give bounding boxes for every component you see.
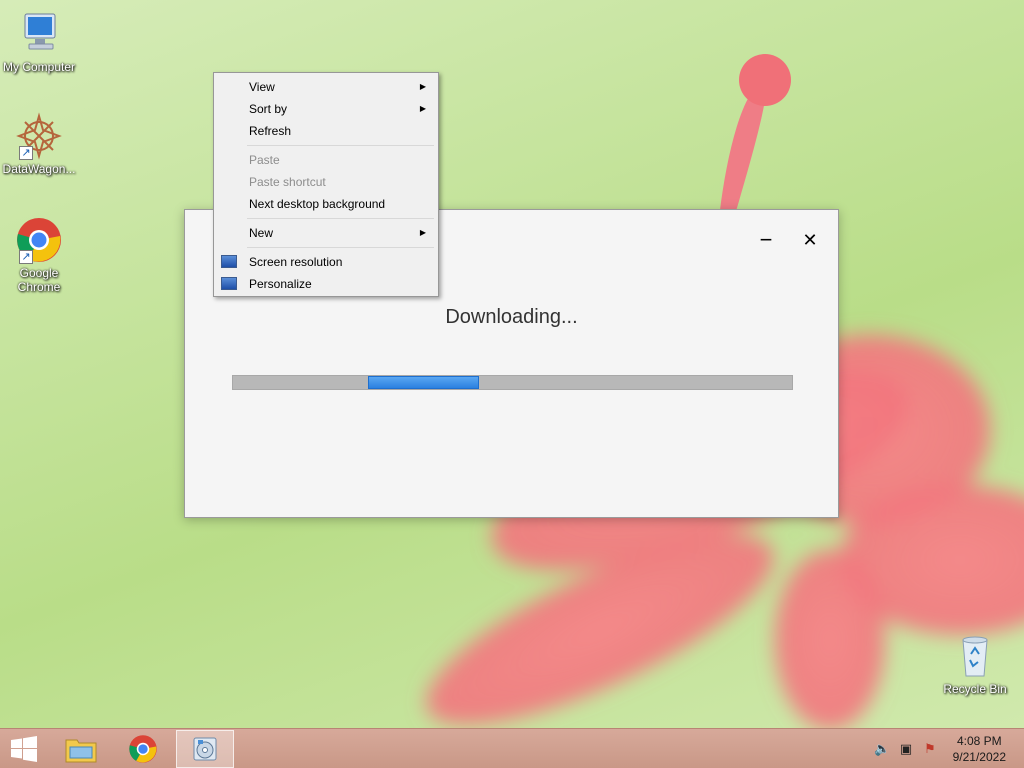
menu-item-label: Screen resolution xyxy=(249,255,343,269)
shortcut-arrow-icon: ↗ xyxy=(19,146,33,160)
progress-indicator xyxy=(368,376,479,389)
minimize-button[interactable]: − xyxy=(751,228,781,252)
menu-item-next-desktop-background[interactable]: Next desktop background xyxy=(216,193,436,215)
menu-item-screen-resolution[interactable]: Screen resolution xyxy=(216,251,436,273)
desktop-icon-google-chrome[interactable]: ↗ Google Chrome xyxy=(0,216,78,294)
menu-item-refresh[interactable]: Refresh xyxy=(216,120,436,142)
desktop-icon-label: DataWagon... xyxy=(2,162,76,176)
file-explorer-icon xyxy=(65,739,97,763)
clock-date: 9/21/2022 xyxy=(952,750,1006,764)
close-button[interactable]: ✕ xyxy=(795,228,825,252)
action-center-flag-icon[interactable]: ⚑ xyxy=(922,741,938,757)
desktop-context-menu: View ▶ Sort by ▶ Refresh Paste Paste sho… xyxy=(213,72,439,297)
download-progress-bar xyxy=(232,375,793,390)
menu-separator xyxy=(247,145,434,146)
menu-item-paste-shortcut: Paste shortcut xyxy=(216,171,436,193)
clock-time: 4:08 PM xyxy=(956,734,1002,748)
taskbar-chrome[interactable] xyxy=(114,730,172,768)
installer-icon xyxy=(193,737,217,761)
menu-item-label: Paste shortcut xyxy=(249,175,326,189)
windows-logo-icon xyxy=(11,736,37,762)
taskbar: 🔈 ▣ ⚑ 4:08 PM 9/21/2022 xyxy=(0,728,1024,768)
menu-item-sort-by[interactable]: Sort by ▶ xyxy=(216,98,436,120)
screen-resolution-icon xyxy=(221,255,237,268)
menu-item-label: New xyxy=(249,226,274,240)
menu-item-view[interactable]: View ▶ xyxy=(216,76,436,98)
download-status-text: Downloading... xyxy=(445,306,578,328)
submenu-arrow-icon: ▶ xyxy=(419,82,426,91)
datawagon-logo-icon: ↗ xyxy=(15,112,63,160)
shortcut-arrow-icon: ↗ xyxy=(19,250,33,264)
chrome-icon: ↗ xyxy=(15,216,63,264)
chrome-icon xyxy=(129,735,157,763)
menu-item-label: Refresh xyxy=(249,124,292,138)
menu-separator xyxy=(247,218,434,219)
menu-item-new[interactable]: New ▶ xyxy=(216,222,436,244)
recycle-bin-icon xyxy=(951,632,999,680)
taskbar-installer[interactable] xyxy=(176,730,234,768)
menu-separator xyxy=(247,247,434,248)
desktop-icon-datawagon[interactable]: ↗ DataWagon... xyxy=(0,112,78,176)
personalize-icon xyxy=(221,277,237,290)
menu-item-label: Next desktop background xyxy=(249,197,386,211)
submenu-arrow-icon: ▶ xyxy=(419,104,426,113)
desktop-icon-my-computer[interactable]: My Computer xyxy=(0,10,78,74)
menu-item-label: View xyxy=(249,80,275,94)
menu-item-label: Sort by xyxy=(249,102,288,116)
menu-item-label: Paste xyxy=(249,153,280,167)
menu-item-label: Personalize xyxy=(249,277,312,291)
desktop-icon-label: Google Chrome xyxy=(17,266,61,294)
menu-item-paste: Paste xyxy=(216,149,436,171)
taskbar-file-explorer[interactable] xyxy=(52,730,110,768)
menu-item-personalize[interactable]: Personalize xyxy=(216,273,436,295)
taskbar-clock[interactable]: 4:08 PM 9/21/2022 xyxy=(953,733,1006,765)
network-icon[interactable]: ▣ xyxy=(898,741,914,757)
submenu-arrow-icon: ▶ xyxy=(419,228,426,237)
desktop-icon-label: My Computer xyxy=(2,60,76,74)
volume-muted-icon[interactable]: 🔈 xyxy=(874,741,890,757)
desktop-icon-label: Recycle Bin xyxy=(943,682,1007,696)
start-button[interactable] xyxy=(0,730,48,768)
computer-icon xyxy=(15,10,63,58)
desktop-icon-recycle-bin[interactable]: Recycle Bin xyxy=(936,632,1014,696)
